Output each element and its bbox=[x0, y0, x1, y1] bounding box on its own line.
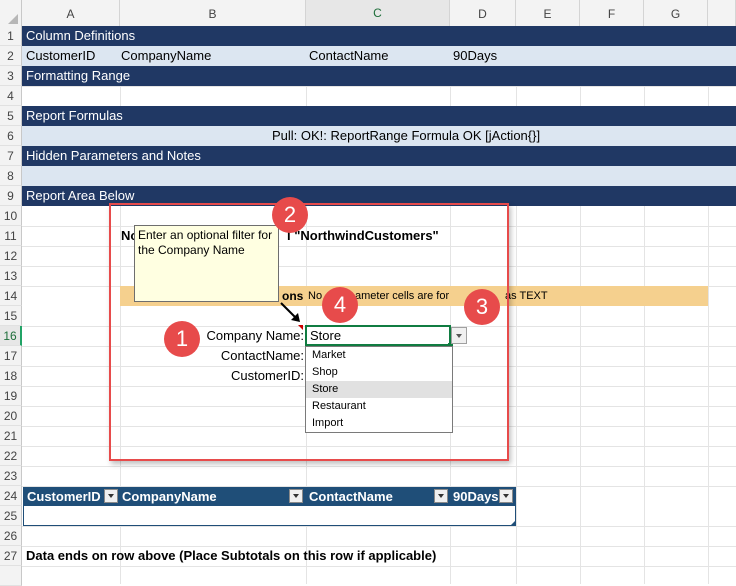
table-resize-handle[interactable] bbox=[511, 521, 515, 525]
badge-1: 1 bbox=[164, 321, 200, 357]
row-header[interactable]: 22 bbox=[0, 446, 22, 466]
col-header-h[interactable] bbox=[708, 0, 736, 28]
table-header-customerid: CustomerID bbox=[23, 487, 120, 506]
badge-2: 2 bbox=[272, 197, 308, 233]
table-header-contactname: ContactName bbox=[306, 487, 450, 506]
row-header[interactable]: 14 bbox=[0, 286, 22, 306]
row-header[interactable]: 15 bbox=[0, 306, 22, 326]
row-header[interactable]: 27 bbox=[0, 546, 22, 566]
row-header[interactable]: 6 bbox=[0, 126, 22, 146]
cell-d2[interactable]: 90Days bbox=[453, 46, 497, 66]
row-header[interactable]: 24 bbox=[0, 486, 22, 506]
row-header[interactable]: 4 bbox=[0, 86, 22, 106]
col-header-a[interactable]: A bbox=[22, 0, 120, 28]
table-header-label: CustomerID bbox=[27, 489, 101, 504]
row-header[interactable]: 20 bbox=[0, 406, 22, 426]
col-header-g[interactable]: G bbox=[644, 0, 708, 28]
row-header[interactable]: 8 bbox=[0, 166, 22, 186]
row-header[interactable]: 2 bbox=[0, 46, 22, 66]
section-title-column-definitions: Column Definitions bbox=[26, 28, 136, 43]
row-header[interactable]: 26 bbox=[0, 526, 22, 546]
section-title-hidden-parameters: Hidden Parameters and Notes bbox=[26, 148, 201, 163]
gridline bbox=[22, 466, 736, 467]
row-header[interactable]: 13 bbox=[0, 266, 22, 286]
row-header[interactable]: 23 bbox=[0, 466, 22, 486]
table-header-label: CompanyName bbox=[122, 489, 217, 504]
row-header[interactable]: 9 bbox=[0, 186, 22, 206]
row-header[interactable]: 3 bbox=[0, 66, 22, 86]
col-header-f[interactable]: F bbox=[580, 0, 644, 28]
row-header[interactable]: 18 bbox=[0, 366, 22, 386]
col-header-c[interactable]: C bbox=[306, 0, 450, 28]
row-header[interactable]: 5 bbox=[0, 106, 22, 126]
note-text-end: as TEXT bbox=[505, 290, 548, 302]
row-header[interactable]: 11 bbox=[0, 226, 22, 246]
gridline bbox=[22, 566, 736, 567]
select-all-corner[interactable] bbox=[0, 0, 22, 28]
section-band bbox=[22, 106, 736, 126]
cell-c2[interactable]: ContactName bbox=[309, 46, 388, 66]
col-header-e[interactable]: E bbox=[516, 0, 580, 28]
section-title-report-formulas: Report Formulas bbox=[26, 108, 123, 123]
table-header-label: 90Days bbox=[453, 489, 499, 504]
filter-dropdown-icon[interactable] bbox=[434, 489, 448, 503]
filter-dropdown-icon[interactable] bbox=[104, 489, 118, 503]
data-end-note: Data ends on row above (Place Subtotals … bbox=[26, 548, 437, 563]
gridline bbox=[22, 86, 736, 87]
row-header[interactable]: 1 bbox=[0, 26, 22, 46]
row-header[interactable] bbox=[0, 566, 22, 586]
gridline bbox=[22, 526, 736, 527]
table-header-label: ContactName bbox=[309, 489, 393, 504]
cell-a2[interactable]: CustomerID bbox=[26, 46, 95, 66]
col-header-b[interactable]: B bbox=[120, 0, 306, 28]
table-header-90days: 90Days bbox=[450, 487, 516, 506]
row-header[interactable]: 7 bbox=[0, 146, 22, 166]
filter-dropdown-icon[interactable] bbox=[289, 489, 303, 503]
row-header[interactable]: 10 bbox=[0, 206, 22, 226]
col-header-d[interactable]: D bbox=[450, 0, 516, 28]
section-title-formatting-range: Formatting Range bbox=[26, 68, 131, 83]
cell-pull-status[interactable]: Pull: OK!: ReportRange Formula OK [jActi… bbox=[272, 126, 540, 146]
cell-b2[interactable]: CompanyName bbox=[121, 46, 211, 66]
badge-3: 3 bbox=[464, 289, 500, 325]
section-band bbox=[22, 166, 736, 186]
table-header-companyname: CompanyName bbox=[120, 487, 306, 506]
table-data-row[interactable] bbox=[23, 506, 516, 526]
row-header[interactable]: 16 bbox=[0, 326, 22, 346]
row-header[interactable]: 12 bbox=[0, 246, 22, 266]
badge-4: 4 bbox=[322, 287, 358, 323]
filter-dropdown-icon[interactable] bbox=[499, 489, 513, 503]
row-header[interactable]: 25 bbox=[0, 506, 22, 526]
row-header[interactable]: 21 bbox=[0, 426, 22, 446]
row-header[interactable]: 19 bbox=[0, 386, 22, 406]
row-header[interactable]: 17 bbox=[0, 346, 22, 366]
